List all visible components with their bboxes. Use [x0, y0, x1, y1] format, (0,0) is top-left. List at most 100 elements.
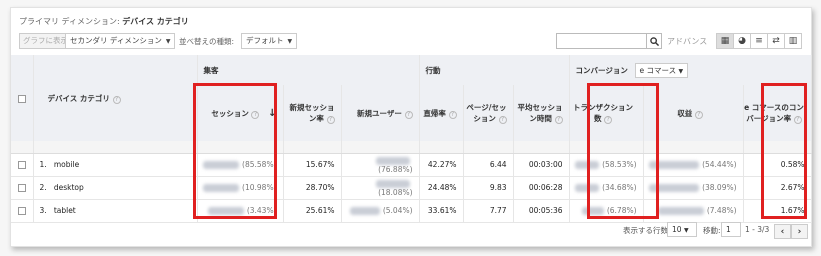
prev-page-button[interactable]: ‹ [774, 224, 791, 239]
page-range: 1 - 3/3 [745, 225, 770, 234]
table-row: 2. desktop (10.98%) 28.70% (18.08%) 24.4… [11, 176, 812, 200]
search-icon [650, 36, 659, 46]
chevron-down-icon: ▼ [683, 227, 689, 234]
avg-duration-cell: 00:03:00 [513, 153, 570, 177]
row-number: 1. [39, 160, 47, 169]
table-view-icon[interactable]: ▦ [716, 33, 734, 49]
header-new-users-label: 新規ユーザー [357, 108, 402, 118]
revenue-cell: (7.48%) [643, 199, 744, 223]
header-device-category[interactable]: デバイス カテゴリ ? [33, 55, 198, 141]
select-all-checkbox[interactable] [17, 94, 26, 103]
select-all-cell [11, 55, 34, 141]
comparison-view-icon[interactable]: ⇄ [767, 33, 785, 49]
group-conversions: コンバージョン e コマース ▼ [569, 55, 812, 85]
conversion-select-value: e コマース [639, 65, 677, 75]
redacted-value [375, 179, 410, 188]
new-users-percent: (76.88%) [378, 164, 413, 174]
pivot-view-icon[interactable]: ▥ [784, 33, 802, 49]
header-new-sessions-rate[interactable]: 新規セッション率 ? [283, 85, 342, 141]
help-icon[interactable]: ? [498, 116, 507, 124]
report-table: デバイス カテゴリ ? 集客 行動 コンバージョン e コマース ▼ セッション… [11, 55, 812, 223]
sort-descending-icon: ↓ [268, 107, 277, 119]
row-checkbox[interactable] [17, 184, 26, 192]
redacted-value [203, 161, 240, 169]
sort-value: デフォルト [246, 36, 284, 45]
advanced-link[interactable]: アドバンス [667, 36, 707, 47]
goto-page-input[interactable]: 1 [721, 222, 741, 237]
device-link[interactable]: mobile [54, 160, 79, 169]
revenue-cell: (54.44%) [643, 153, 744, 177]
next-page-button[interactable]: › [791, 224, 808, 239]
transactions-percent: (34.68%) [602, 183, 637, 192]
redacted-value [349, 207, 380, 215]
revenue-cell: (38.09%) [643, 176, 744, 200]
primary-dimension-label: プライマリ ディメンション: [19, 17, 120, 26]
conversion-rate-cell: 2.67% [743, 176, 812, 200]
sessions-percent: (10.98%) [242, 183, 277, 192]
redacted-value [575, 184, 600, 192]
device-link[interactable]: tablet [54, 206, 76, 215]
transactions-cell: (6.78%) [569, 199, 644, 223]
transactions-percent: (58.53%) [602, 160, 637, 169]
new-sessions-rate-cell: 15.67% [283, 153, 342, 177]
header-transactions[interactable]: トランザクション数 ? [569, 85, 644, 141]
help-icon[interactable]: ? [604, 116, 613, 124]
header-revenue[interactable]: 収益 ? [643, 85, 744, 141]
sort-label: 並べ替えの種類: [179, 37, 235, 46]
help-icon[interactable]: ? [793, 116, 802, 124]
header-sessions-label: セッション [211, 108, 249, 118]
sessions-cell: (85.58%) [197, 153, 284, 177]
help-icon[interactable]: ? [694, 110, 703, 119]
header-bounce-rate[interactable]: 直帰率 ? [419, 85, 464, 141]
transactions-cell: (58.53%) [569, 153, 644, 177]
sessions-percent: (85.58%) [242, 160, 277, 169]
device-link[interactable]: desktop [54, 183, 84, 192]
group-acquisition: 集客 [197, 55, 420, 85]
help-icon[interactable]: ? [112, 95, 121, 104]
new-users-cell: (76.88%) [341, 153, 420, 177]
help-icon[interactable]: ? [251, 110, 260, 119]
rows-per-page-value: 10 [672, 225, 682, 234]
header-ecommerce-conversion-rate[interactable]: e コマースのコンバージョン率 ? [743, 85, 812, 141]
sessions-percent: (3.43%) [246, 206, 277, 215]
group-conversions-label: コンバージョン [575, 65, 628, 75]
help-icon[interactable]: ? [554, 116, 563, 124]
sessions-cell: (10.98%) [197, 176, 284, 200]
header-sessions[interactable]: セッション ? ↓ [197, 85, 284, 141]
performance-view-icon[interactable]: ≡ [750, 33, 768, 49]
search-button[interactable] [646, 33, 662, 49]
transactions-percent: (6.78%) [606, 206, 637, 215]
chevron-down-icon: ▼ [678, 67, 684, 75]
sort-select[interactable]: デフォルト ▼ [241, 33, 298, 49]
revenue-percent: (7.48%) [706, 206, 737, 215]
redacted-value [207, 207, 244, 215]
help-icon[interactable]: ? [448, 110, 457, 119]
rows-per-page-select[interactable]: 10 ▼ [667, 222, 697, 237]
redacted-value [657, 207, 704, 215]
secondary-dimension-label: セカンダリ ディメンション [70, 36, 162, 45]
header-pages-per-session[interactable]: ページ/セッション ? [463, 85, 514, 141]
transactions-cell: (34.68%) [569, 176, 644, 200]
header-new-users[interactable]: 新規ユーザー ? [341, 85, 420, 141]
chevron-right-icon: › [797, 226, 802, 237]
help-icon[interactable]: ? [404, 110, 413, 119]
sessions-cell: (3.43%) [197, 199, 284, 223]
header-avg-session-duration[interactable]: 平均セッション時間 ? [513, 85, 570, 141]
header-bounce-rate-label: 直帰率 [423, 108, 446, 118]
secondary-dimension-select[interactable]: セカンダリ ディメンション ▼ [65, 33, 176, 49]
row-select-cell [11, 153, 34, 177]
conversion-select[interactable]: e コマース ▼ [634, 62, 689, 78]
report-card: プライマリ ディメンション: デバイス カテゴリ グラフに表示 セカンダリ ディ… [10, 7, 812, 247]
row-checkbox[interactable] [17, 161, 26, 169]
table-row: 3. tablet (3.43%) 25.61% (5.04%) 33.61% … [11, 199, 812, 223]
bounce-rate-cell: 42.27% [419, 153, 464, 177]
row-checkbox[interactable] [17, 207, 26, 215]
chevron-left-icon: ‹ [780, 226, 785, 237]
primary-dimension-value[interactable]: デバイス カテゴリ [122, 17, 189, 26]
help-icon[interactable]: ? [326, 116, 335, 124]
chevron-down-icon: ▼ [165, 38, 171, 45]
revenue-percent: (38.09%) [702, 183, 737, 192]
row-number: 3. [39, 206, 47, 215]
new-users-percent: (5.04%) [382, 206, 413, 215]
pie-view-icon[interactable]: ◕ [733, 33, 751, 49]
